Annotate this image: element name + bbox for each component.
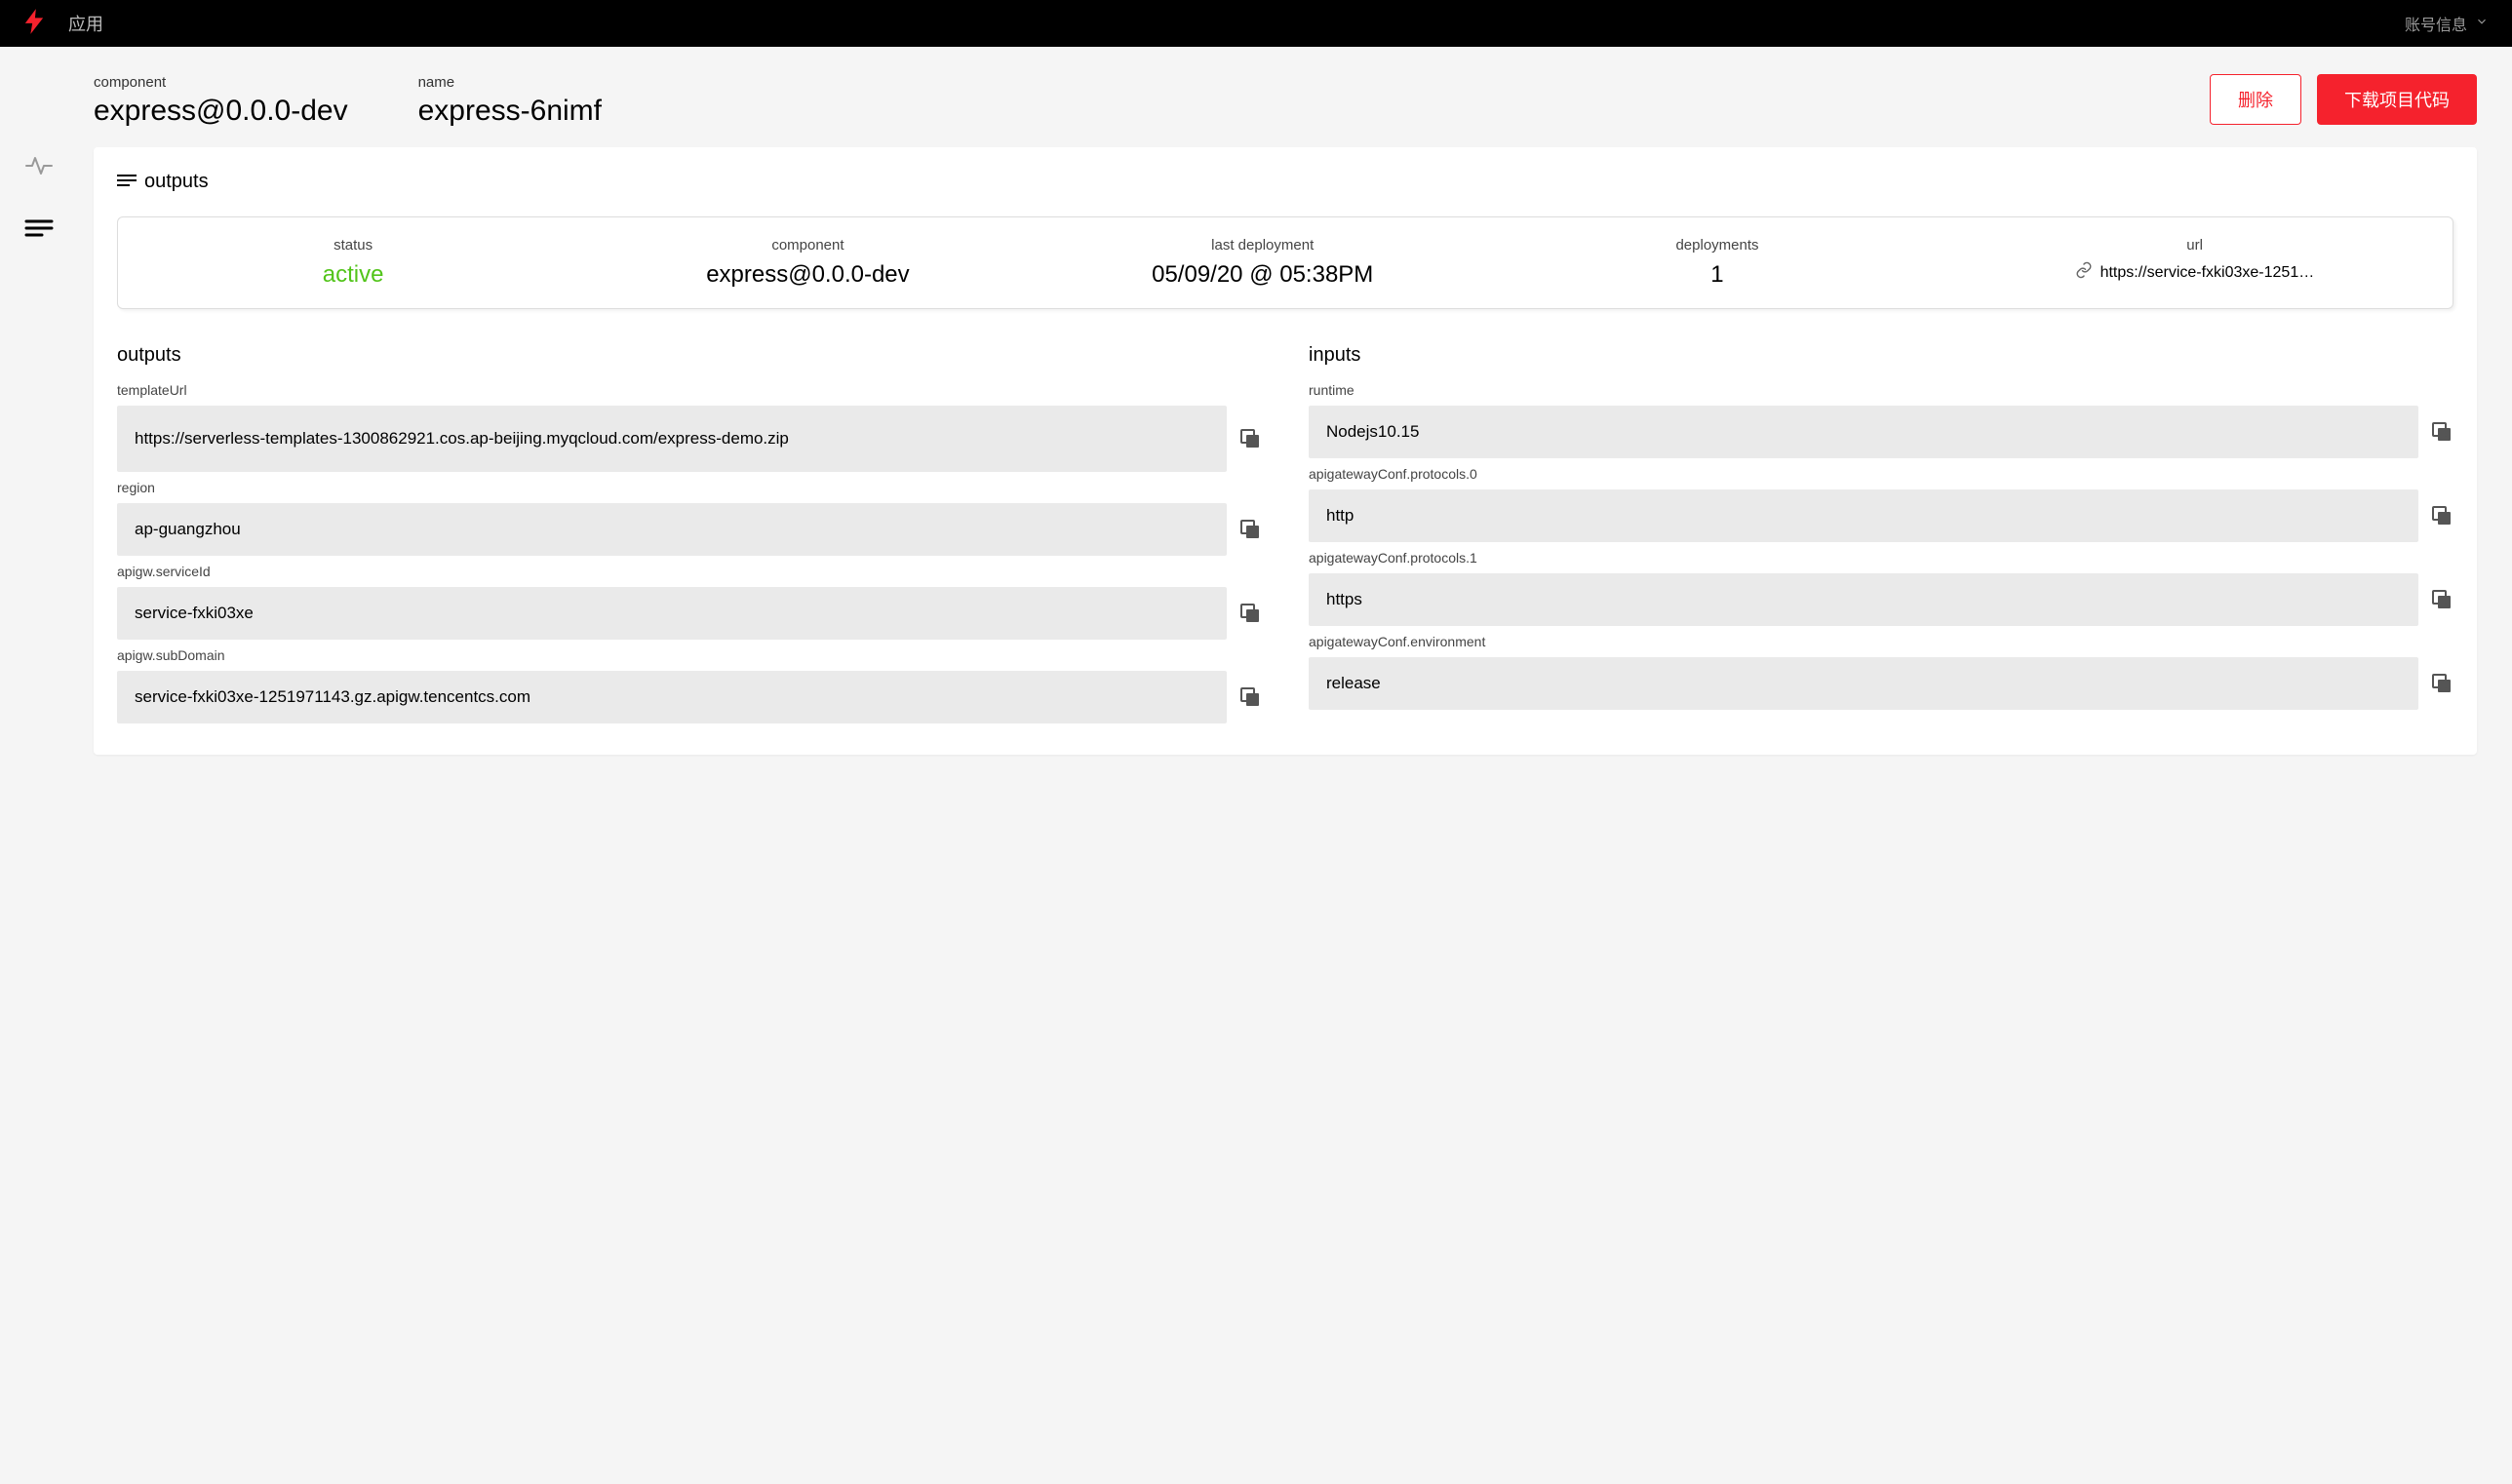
output-item: region ap-guangzhou (117, 480, 1262, 556)
name-label: name (418, 74, 602, 91)
link-icon (2075, 261, 2093, 284)
status-col-last-deployment: last deployment 05/09/20 @ 05:38PM (1036, 237, 1490, 289)
name-value: express-6nimf (418, 95, 602, 128)
card-title-text: outputs (144, 171, 209, 193)
url-value[interactable]: https://service-fxki03xe-125197114... (2100, 264, 2315, 282)
input-item: apigatewayConf.protocols.0 http (1309, 466, 2453, 542)
outputs-card: outputs status active component express@… (94, 147, 2477, 755)
output-key: apigw.serviceId (117, 564, 1262, 579)
output-key: apigw.subDomain (117, 647, 1262, 663)
status-component-value: express@0.0.0-dev (706, 261, 909, 289)
url-label: url (2186, 237, 2203, 254)
outputs-column: outputs templateUrl https://serverless-t… (117, 344, 1262, 731)
input-item: apigatewayConf.protocols.1 https (1309, 550, 2453, 626)
logo-icon[interactable] (23, 9, 45, 39)
output-value: https://serverless-templates-1300862921.… (117, 406, 1227, 472)
chevron-down-icon (2475, 15, 2489, 33)
input-item: runtime Nodejs10.15 (1309, 382, 2453, 458)
input-key: runtime (1309, 382, 2453, 398)
outputs-heading: outputs (117, 344, 1262, 367)
output-value: ap-guangzhou (117, 503, 1227, 556)
account-menu[interactable]: 账号信息 (2405, 12, 2489, 35)
copy-icon[interactable] (1238, 518, 1262, 541)
copy-icon[interactable] (2430, 588, 2453, 611)
input-item: apigatewayConf.environment release (1309, 634, 2453, 710)
status-col-status: status active (126, 237, 580, 289)
status-col-deployments: deployments 1 (1490, 237, 1944, 289)
deployments-label: deployments (1675, 237, 1758, 254)
lines-icon (117, 171, 137, 193)
component-label: component (94, 74, 348, 91)
sidebar-activity-icon[interactable] (24, 154, 54, 177)
input-value: http (1309, 489, 2418, 542)
copy-icon[interactable] (2430, 672, 2453, 695)
last-deployment-value: 05/09/20 @ 05:38PM (1152, 261, 1373, 289)
topbar: 应用 账号信息 (0, 0, 2512, 47)
status-col-url: url https://service-fxki03xe-125197114..… (1944, 237, 2445, 289)
input-key: apigatewayConf.protocols.1 (1309, 550, 2453, 566)
deployments-value: 1 (1710, 261, 1723, 289)
input-value: release (1309, 657, 2418, 710)
output-item: apigw.serviceId service-fxki03xe (117, 564, 1262, 640)
output-value: service-fxki03xe-1251971143.gz.apigw.ten… (117, 671, 1227, 723)
account-label: 账号信息 (2405, 12, 2467, 35)
copy-icon[interactable] (1238, 602, 1262, 625)
app-title[interactable]: 应用 (68, 11, 103, 36)
page-header: component express@0.0.0-dev name express… (94, 74, 2477, 128)
status-col-component: component express@0.0.0-dev (580, 237, 1035, 289)
status-component-label: component (771, 237, 844, 254)
last-deployment-label: last deployment (1211, 237, 1314, 254)
output-item: apigw.subDomain service-fxki03xe-1251971… (117, 647, 1262, 723)
download-code-button[interactable]: 下载项目代码 (2317, 74, 2477, 125)
status-summary: status active component express@0.0.0-de… (117, 216, 2453, 309)
copy-icon[interactable] (1238, 685, 1262, 709)
inputs-column: inputs runtime Nodejs10.15 apigatewayCon… (1309, 344, 2453, 731)
status-label: status (334, 237, 373, 254)
output-key: region (117, 480, 1262, 495)
copy-icon[interactable] (2430, 504, 2453, 527)
output-value: service-fxki03xe (117, 587, 1227, 640)
output-item: templateUrl https://serverless-templates… (117, 382, 1262, 472)
card-title: outputs (117, 171, 2453, 193)
topbar-left: 应用 (23, 9, 103, 39)
input-key: apigatewayConf.environment (1309, 634, 2453, 649)
header-component: component express@0.0.0-dev (94, 74, 348, 128)
copy-icon[interactable] (1238, 427, 1262, 450)
status-value: active (323, 261, 384, 289)
input-key: apigatewayConf.protocols.0 (1309, 466, 2453, 482)
output-key: templateUrl (117, 382, 1262, 398)
header-name: name express-6nimf (418, 74, 602, 128)
input-value: Nodejs10.15 (1309, 406, 2418, 458)
component-value: express@0.0.0-dev (94, 95, 348, 128)
sidebar-outputs-icon[interactable] (24, 216, 54, 240)
sidebar (0, 47, 78, 782)
input-value: https (1309, 573, 2418, 626)
delete-button[interactable]: 删除 (2210, 74, 2301, 125)
inputs-heading: inputs (1309, 344, 2453, 367)
copy-icon[interactable] (2430, 420, 2453, 444)
